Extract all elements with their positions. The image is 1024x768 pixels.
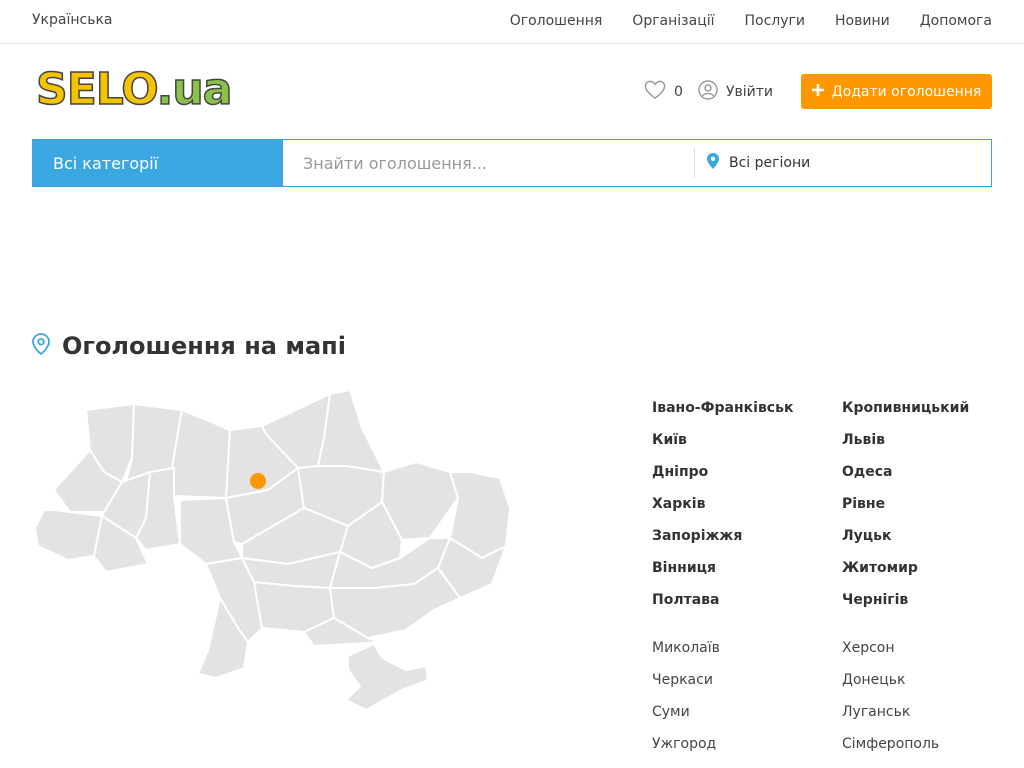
nav-organizations[interactable]: Організації <box>632 13 714 29</box>
nav-help[interactable]: Допомога <box>920 13 992 29</box>
login-label: Увійти <box>726 84 774 100</box>
top-nav: Оголошення Організації Послуги Новини До… <box>510 13 992 29</box>
heart-icon <box>644 80 666 104</box>
user-icon <box>698 80 718 104</box>
nav-news[interactable]: Новини <box>835 13 890 29</box>
major-cities: Івано-Франківськ Кропивницький Київ Льві… <box>652 398 1012 610</box>
city-link[interactable]: Чернігів <box>842 590 992 610</box>
city-link[interactable]: Івано-Франківськ <box>652 398 842 418</box>
category-dropdown[interactable]: Всі категорії <box>33 140 283 186</box>
top-bar: Українська Оголошення Організації Послуг… <box>0 0 1024 44</box>
city-link[interactable]: Кропивницький <box>842 398 992 418</box>
city-link[interactable]: Житомир <box>842 558 992 578</box>
city-link[interactable]: Львів <box>842 430 992 450</box>
city-link[interactable]: Вінниця <box>652 558 842 578</box>
plus-icon <box>811 83 824 100</box>
city-link[interactable]: Черкаси <box>652 670 842 690</box>
nav-services[interactable]: Послуги <box>745 13 805 29</box>
site-logo[interactable]: SELO.ua <box>35 63 233 116</box>
city-link[interactable]: Рівне <box>842 494 992 514</box>
city-link[interactable]: Київ <box>652 430 842 450</box>
city-link[interactable]: Донецьк <box>842 670 992 690</box>
search-input[interactable] <box>283 140 694 186</box>
city-link[interactable]: Луцьк <box>842 526 992 546</box>
map-pin-icon <box>32 333 50 359</box>
favorites-count: 0 <box>674 84 683 100</box>
favorites-link[interactable]: 0 <box>644 80 683 104</box>
city-link[interactable]: Луганськ <box>842 702 992 722</box>
logo-text-ua: .ua <box>156 63 233 116</box>
city-link[interactable]: Херсон <box>842 638 992 658</box>
city-link[interactable]: Дніпро <box>652 462 842 482</box>
logo-text-selo: SELO <box>35 63 158 116</box>
add-ad-button[interactable]: Додати оголошення <box>801 74 992 109</box>
map-region <box>345 643 429 711</box>
region-label: Всі регіони <box>729 155 811 171</box>
ukraine-map[interactable] <box>30 388 520 718</box>
city-link[interactable]: Сімферополь <box>842 734 992 754</box>
city-link[interactable]: Полтава <box>652 590 842 610</box>
nav-ads[interactable]: Оголошення <box>510 13 603 29</box>
map-region <box>317 389 385 473</box>
map-section-header: Оголошення на мапі <box>32 332 346 360</box>
city-link[interactable]: Одеса <box>842 462 992 482</box>
map-marker <box>250 473 266 489</box>
login-link[interactable]: Увійти <box>698 80 773 104</box>
minor-cities: Миколаїв Херсон Черкаси Донецьк Суми Луг… <box>652 638 1012 754</box>
language-selector[interactable]: Українська <box>32 12 112 28</box>
city-link[interactable]: Запоріжжя <box>652 526 842 546</box>
cities-list: Івано-Франківськ Кропивницький Київ Льві… <box>652 398 1012 754</box>
region-selector[interactable]: Всі регіони <box>694 148 991 178</box>
city-link[interactable]: Миколаїв <box>652 638 842 658</box>
search-bar: Всі категорії Всі регіони <box>32 139 992 187</box>
city-link[interactable]: Ужгород <box>652 734 842 754</box>
city-link[interactable]: Суми <box>652 702 842 722</box>
location-pin-icon <box>707 153 719 173</box>
map-region <box>34 509 103 561</box>
add-ad-label: Додати оголошення <box>831 83 982 100</box>
map-section-title: Оголошення на мапі <box>62 332 346 360</box>
city-link[interactable]: Харків <box>652 494 842 514</box>
map-region <box>171 409 231 499</box>
